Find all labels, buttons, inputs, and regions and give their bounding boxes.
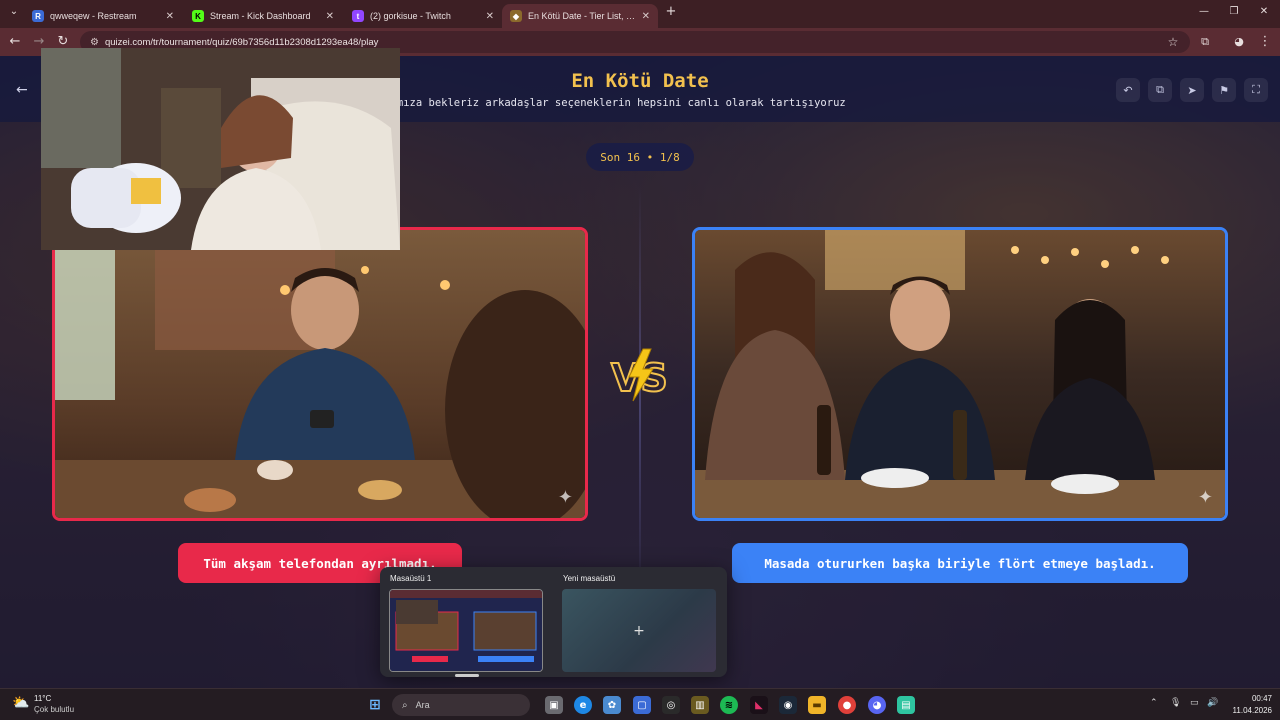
sparkle-icon: ✦ — [557, 487, 573, 508]
tab-label: (2) gorkisue - Twitch — [370, 11, 451, 21]
minimize-icon[interactable]: — — [1194, 6, 1214, 17]
site-info-icon[interactable]: ⚙ — [90, 37, 99, 48]
plus-icon: + — [633, 622, 645, 639]
browser-menu-icon[interactable]: ⋮ — [1256, 34, 1274, 50]
round-indicator: Son 16 • 1/8 — [586, 143, 694, 171]
task-view-icon[interactable]: ▣ — [545, 696, 563, 714]
media-app-icon[interactable]: ◣ — [750, 696, 768, 714]
store-icon[interactable]: ▢ — [633, 696, 651, 714]
tab-search-icon[interactable]: ⌄ — [4, 6, 24, 17]
answer-right-button[interactable]: Masada otururken başka biriyle flört etm… — [732, 543, 1188, 583]
option-card-right[interactable]: ✦ — [692, 227, 1228, 521]
cloudy-weather-icon[interactable]: ⛅ — [12, 695, 29, 711]
bookmark-star-icon[interactable]: ☆ — [1164, 34, 1182, 50]
fullscreen-icon[interactable]: ⛶ — [1244, 78, 1268, 102]
restream-icon: R — [32, 10, 44, 22]
tab-kick[interactable]: K Stream - Kick Dashboard ✕ — [184, 4, 342, 28]
edge-browser-icon[interactable]: e — [574, 696, 592, 714]
restore-icon[interactable]: ❐ — [1224, 6, 1244, 17]
game-app-icon[interactable]: ▥ — [691, 696, 709, 714]
page-subtitle: if kanalımıza bekleriz arkadaşlar seçene… — [340, 97, 846, 109]
app-icon-green[interactable]: ▤ — [897, 696, 915, 714]
option-card-left[interactable]: ✦ — [52, 227, 588, 521]
clock-time[interactable]: 00:47 — [1238, 694, 1272, 703]
tab-label: qwweqew - Restream — [50, 11, 137, 21]
network-icon[interactable]: ▭ — [1190, 698, 1199, 708]
tab-twitch[interactable]: t (2) gorkisue - Twitch ✕ — [344, 4, 502, 28]
file-explorer-icon[interactable]: ▬ — [808, 696, 826, 714]
twitch-icon: t — [352, 10, 364, 22]
share-link-icon[interactable]: ⧉ — [1148, 78, 1172, 102]
spotify-icon[interactable]: ≋ — [720, 696, 738, 714]
tab-quizei[interactable]: ◆ En Kötü Date - Tier List, Kör Sıra ✕ — [502, 4, 658, 28]
close-tab-icon[interactable]: ✕ — [326, 11, 334, 22]
show-hidden-icons[interactable]: ⌃ — [1150, 698, 1158, 708]
webcam-overlay — [41, 48, 400, 250]
close-tab-icon[interactable]: ✕ — [486, 11, 494, 22]
weather-temperature[interactable]: 11°C — [34, 694, 51, 703]
quizei-icon: ◆ — [510, 10, 522, 22]
tab-label: En Kötü Date - Tier List, Kör Sıra — [528, 11, 636, 21]
taskbar-search[interactable]: ⌕ Ara — [392, 694, 530, 716]
desktop-1-label: Masaüstü 1 — [390, 574, 432, 583]
webcam-video — [41, 48, 400, 250]
windows-taskbar: ⛅ 11°C Çok bulutlu ⊞ ⌕ Ara ▣ e ✿ ▢ ◎ ▥ ≋… — [0, 688, 1280, 720]
close-window-icon[interactable]: ✕ — [1254, 6, 1274, 17]
profile-icon[interactable]: ◕ — [1230, 34, 1248, 50]
vs-badge-icon: VS — [610, 348, 669, 402]
close-tab-icon[interactable]: ✕ — [166, 11, 174, 22]
option-right-photo — [695, 230, 1225, 518]
weather-description[interactable]: Çok bulutlu — [34, 705, 74, 714]
chrome-icon[interactable]: ● — [838, 696, 856, 714]
new-desktop-label: Yeni masaüstü — [563, 574, 616, 583]
microphone-icon[interactable]: 🎙 — [1170, 698, 1181, 708]
steam-icon[interactable]: ◉ — [779, 696, 797, 714]
windows-start-icon[interactable]: ⊞ — [366, 696, 384, 714]
option-left-photo — [55, 230, 585, 518]
desktop-1-thumbnail[interactable] — [389, 589, 543, 672]
desktop-1-preview — [390, 590, 542, 671]
back-icon[interactable]: ← — [6, 34, 24, 50]
task-view-handle — [455, 674, 479, 677]
task-view-popup: Masaüstü 1 Yeni masaüstü + — [380, 567, 727, 677]
clock-date[interactable]: 11.04.2026 — [1216, 706, 1272, 715]
kick-icon: K — [192, 10, 204, 22]
tab-label: Stream - Kick Dashboard — [210, 11, 311, 21]
sparkle-icon: ✦ — [1197, 487, 1213, 508]
url-text: quizei.com/tr/tournament/quiz/69b7356d11… — [104, 36, 379, 48]
app-icon[interactable]: ✿ — [603, 696, 621, 714]
chatgpt-icon[interactable]: ◎ — [662, 696, 680, 714]
report-flag-icon[interactable]: ⚑ — [1212, 78, 1236, 102]
extensions-icon[interactable]: ⧉ — [1196, 34, 1214, 50]
browser-tab-bar: ⌄ R qwweqew - Restream ✕ K Stream - Kick… — [0, 0, 1280, 28]
new-desktop-button[interactable]: + — [562, 589, 716, 672]
discord-icon[interactable]: ◕ — [868, 696, 886, 714]
search-placeholder: Ara — [415, 700, 430, 710]
search-icon: ⌕ — [402, 699, 408, 711]
undo-icon[interactable]: ↶ — [1116, 78, 1140, 102]
close-tab-icon[interactable]: ✕ — [642, 11, 650, 22]
new-tab-icon[interactable]: + — [661, 4, 681, 19]
tab-restream[interactable]: R qwweqew - Restream ✕ — [24, 4, 182, 28]
send-icon[interactable]: ➤ — [1180, 78, 1204, 102]
